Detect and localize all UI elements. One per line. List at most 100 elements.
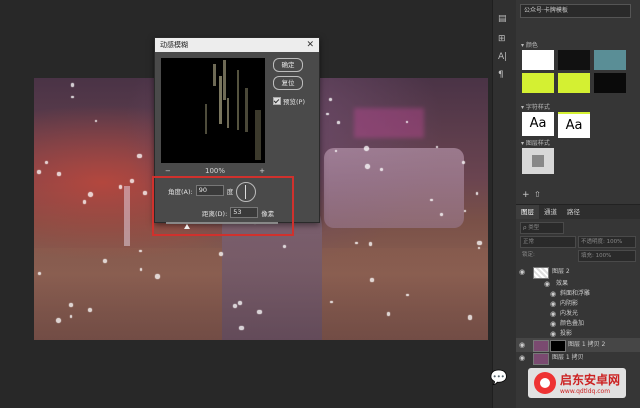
char-style-2[interactable]: Aa <box>558 112 590 138</box>
angle-input[interactable]: 90 <box>195 185 224 196</box>
eye-icon[interactable]: ◉ <box>519 352 525 364</box>
raindrop <box>337 121 340 124</box>
preview-checkbox[interactable] <box>273 97 281 105</box>
layer-mask-thumb <box>550 340 566 352</box>
layer-row[interactable]: ◉ 图层 1 拷贝 <box>516 352 640 365</box>
angle-label: 角度(A): <box>168 187 193 196</box>
raindrop <box>326 112 330 116</box>
raindrop <box>88 191 93 197</box>
raindrop <box>118 185 123 189</box>
layer-kind-filter[interactable]: ρ 类型 <box>520 222 564 234</box>
layer-style-thumb[interactable] <box>522 148 554 174</box>
raindrop <box>475 192 479 195</box>
raindrop <box>370 278 374 282</box>
zoom-controls: − 100% + <box>165 166 265 176</box>
tab-layers[interactable]: 图层 <box>516 205 539 219</box>
raindrop <box>368 241 373 246</box>
swatch-3[interactable] <box>594 50 626 70</box>
tab-paths[interactable]: 路径 <box>562 205 585 219</box>
library-dropdown[interactable]: 公众号·卡牌模板 <box>520 4 631 18</box>
raindrop <box>430 198 433 202</box>
raindrop <box>329 300 333 304</box>
raindrop <box>143 191 147 195</box>
distance-row: 距离(D): 53 像素 <box>202 207 274 218</box>
ok-button[interactable]: 确定 <box>273 58 303 72</box>
raindrop <box>87 308 92 313</box>
swatch-4[interactable] <box>522 73 554 93</box>
tab-channels[interactable]: 通道 <box>539 205 562 219</box>
add-icon[interactable]: + <box>522 190 530 200</box>
angle-unit: 度 <box>226 187 234 196</box>
photo-sign <box>124 186 130 246</box>
site-watermark: 启东安卓网 www.qdtldq.com <box>528 368 627 398</box>
raindrop <box>435 145 438 148</box>
raindrop <box>71 95 74 99</box>
layer-row-selected[interactable]: ◉ 图层 1 拷贝 2 <box>516 338 640 352</box>
wechat-icon: 💬 <box>490 370 508 386</box>
watermark-logo-icon <box>534 372 556 394</box>
raindrop <box>155 274 160 279</box>
layer-thumb <box>533 353 549 365</box>
lock-label: 锁定: <box>522 252 535 258</box>
layer-styles-header[interactable]: ▾ 图层样式 <box>521 138 550 147</box>
opacity-field[interactable]: 不透明度: 100% <box>578 236 636 248</box>
fill-field[interactable]: 填充: 100% <box>578 250 636 262</box>
distance-slider-track[interactable] <box>166 222 278 224</box>
layer-row[interactable]: ◉ 图层 2 <box>516 266 640 279</box>
layer-thumb <box>533 340 549 352</box>
raindrop <box>257 310 262 315</box>
reset-button[interactable]: 复位 <box>273 76 303 90</box>
char-styles-header[interactable]: ▾ 字符样式 <box>521 102 550 111</box>
swatches-header[interactable]: ▾ 颜色 <box>521 40 538 49</box>
layer-name: 图层 1 拷贝 2 <box>568 341 606 348</box>
photo-neon <box>354 108 424 138</box>
blend-mode-select[interactable]: 正常 <box>520 236 576 248</box>
preview-checkbox-row[interactable]: 预览(P) <box>273 96 305 106</box>
zoom-level: 100% <box>204 167 225 175</box>
swatch-5[interactable] <box>558 73 590 93</box>
layer-name: 图层 1 拷贝 <box>552 354 584 361</box>
eye-icon[interactable]: ◉ <box>519 266 525 278</box>
raindrop <box>44 160 48 164</box>
zoom-in-icon[interactable]: + <box>259 167 265 175</box>
distance-input[interactable]: 53 <box>230 207 259 218</box>
raindrop <box>386 312 391 316</box>
raindrop <box>406 293 409 297</box>
dialog-title: 动感模糊 <box>160 41 188 49</box>
distance-unit: 像素 <box>261 209 275 218</box>
raindrop <box>282 244 286 249</box>
raindrop <box>477 240 482 246</box>
raindrop <box>70 83 75 87</box>
raindrop <box>137 153 142 159</box>
swatch-1[interactable] <box>522 50 554 70</box>
raindrop <box>57 172 61 176</box>
raindrop <box>463 209 466 212</box>
history-icon[interactable]: ▤ <box>498 14 507 24</box>
distance-label: 距离(D): <box>202 209 228 218</box>
raindrop <box>218 252 223 257</box>
raindrop <box>37 170 41 174</box>
char-style-1[interactable]: Aa <box>522 112 554 136</box>
angle-dial[interactable] <box>236 182 256 202</box>
blur-preview[interactable] <box>161 58 265 163</box>
photo-van <box>324 148 464 228</box>
swatch-6[interactable] <box>594 73 626 93</box>
eye-icon[interactable]: ◉ <box>519 338 525 352</box>
raindrop <box>95 120 98 123</box>
angle-row: 角度(A): 90 度 <box>168 185 233 196</box>
distance-slider-thumb[interactable] <box>184 224 190 229</box>
raindrop <box>328 97 333 102</box>
character-icon[interactable]: A| <box>498 52 507 62</box>
raindrop <box>461 161 466 165</box>
upload-icon[interactable]: ⇧ <box>534 190 541 199</box>
brush-settings-icon[interactable]: ⊞ <box>498 34 506 44</box>
raindrop <box>69 302 73 307</box>
raindrop <box>130 178 135 183</box>
dialog-titlebar[interactable]: 动感模糊 ✕ <box>155 38 319 52</box>
swatch-2[interactable] <box>558 50 590 70</box>
raindrop <box>82 200 87 204</box>
raindrop <box>355 241 358 245</box>
close-icon[interactable]: ✕ <box>306 38 314 52</box>
paragraph-icon[interactable]: ¶ <box>498 70 504 80</box>
zoom-out-icon[interactable]: − <box>165 167 171 175</box>
